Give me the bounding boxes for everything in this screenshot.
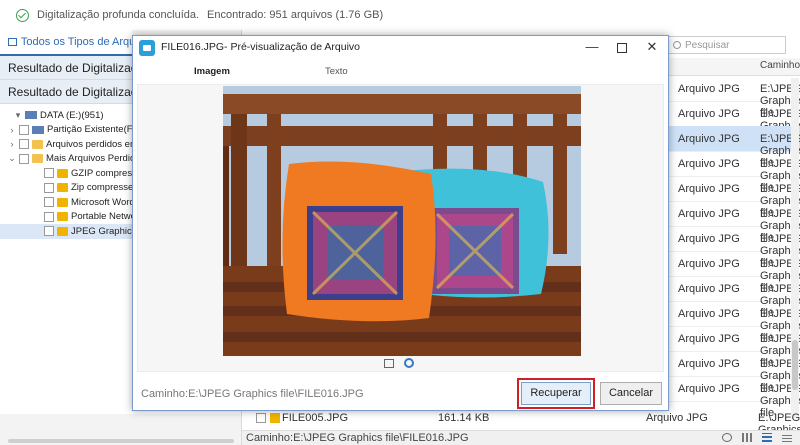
close-icon[interactable]: ✕ — [637, 36, 667, 58]
dialog-file-path: Caminho:E:\JPEG Graphics file\FILE016.JP… — [141, 388, 364, 400]
list-view-icon[interactable] — [762, 433, 772, 442]
file-name-cell: FILE005.JPG — [282, 412, 349, 424]
preview-image — [223, 86, 581, 356]
checkbox[interactable] — [256, 413, 266, 423]
horizontal-scrollbar[interactable] — [8, 439, 234, 443]
file-type-cell: Arquivo JPG — [678, 308, 740, 320]
fit-to-window-icon[interactable] — [384, 359, 394, 368]
column-header-path-label: Caminho — [760, 60, 800, 71]
table-row[interactable]: Arquivo JPG E:\JPEG Graphics file — [668, 376, 800, 419]
file-type-cell: Arquivo JPG — [678, 108, 740, 120]
preview-tabs: Imagem Texto — [137, 66, 664, 84]
app-logo-icon — [139, 40, 155, 56]
table-row[interactable]: Arquivo JPG E:\JPEG Graphics file — [668, 201, 800, 244]
file-type-cell: Arquivo JPG — [678, 158, 740, 170]
table-row[interactable]: Arquivo JPG E:\JPEG Graphics file — [668, 251, 800, 294]
check-circle-icon — [16, 8, 29, 22]
file-type-cell: Arquivo JPG — [678, 383, 740, 395]
table-row[interactable]: Arquivo JPG E:\JPEG Graphics file — [668, 351, 800, 394]
rotate-icon[interactable] — [404, 358, 414, 368]
file-type-cell: Arquivo JPG — [678, 358, 740, 370]
preview-area — [137, 84, 664, 372]
file-type-icon — [57, 183, 68, 193]
checkbox[interactable] — [19, 139, 29, 150]
scrollbar-thumb[interactable] — [792, 340, 798, 390]
app-window: Digitalização profunda concluída. Encont… — [0, 0, 800, 445]
file-type-cell: Arquivo JPG — [678, 233, 740, 245]
tab-image[interactable]: Imagem — [194, 66, 230, 77]
table-row-selected[interactable]: Arquivo JPG E:\JPEG Graphics file — [668, 126, 800, 169]
minimize-icon[interactable]: — — [577, 36, 607, 58]
checkbox[interactable] — [19, 153, 29, 164]
view-toggle-group — [722, 433, 792, 442]
tree-item-label: Mais Arquivos Perdidos — [46, 153, 146, 165]
table-row[interactable]: Arquivo JPG E:\JPEG Graphics file — [668, 301, 800, 344]
cancel-button[interactable]: Cancelar — [600, 382, 662, 405]
dialog-titlebar[interactable]: FILE016.JPG- Pré-visualização de Arquivo… — [133, 36, 668, 60]
chevron-down-icon[interactable]: ▾ — [14, 110, 22, 121]
file-type-icon — [57, 226, 68, 236]
chevron-right-icon[interactable]: › — [8, 125, 16, 135]
eye-icon[interactable] — [722, 433, 732, 442]
file-type-cell: Arquivo JPG — [678, 283, 740, 295]
chevron-down-icon[interactable]: ⌄ — [8, 153, 16, 164]
dialog-title: FILE016.JPG- Pré-visualização de Arquivo — [161, 41, 361, 53]
file-type-cell: Arquivo JPG — [678, 83, 740, 95]
table-row[interactable]: Arquivo JPG E:\JPEG Graphics file — [668, 276, 800, 319]
file-type-icon — [57, 168, 68, 178]
table-row[interactable]: Arquivo JPG E:\JPEG Graphics file — [668, 176, 800, 219]
tab-all-file-types[interactable]: Todos os Tipos de Arquivo — [0, 30, 132, 56]
file-type-cell: Arquivo JPG — [678, 258, 740, 270]
selected-file-path: Caminho:E:\JPEG Graphics file\FILE016.JP… — [246, 432, 469, 444]
tree-item-label: Partição Existente(F:) — [47, 124, 139, 136]
table-row[interactable]: Arquivo JPG E:\JPEG Graphics file — [668, 226, 800, 269]
file-type-icon — [57, 197, 68, 207]
jpg-file-icon — [270, 413, 280, 423]
search-input[interactable]: Pesquisar — [668, 36, 786, 54]
checkbox[interactable] — [44, 168, 54, 179]
tab-text[interactable]: Texto — [325, 66, 348, 77]
details-view-icon[interactable] — [782, 433, 792, 442]
search-placeholder: Pesquisar — [685, 39, 730, 51]
table-row[interactable]: Arquivo JPG E:\JPEG Graphics file — [668, 151, 800, 194]
table-row[interactable]: Arquivo JPG E:\JPEG Graphics file — [668, 101, 800, 144]
drive-icon — [25, 111, 37, 120]
file-type-cell: Arquivo JPG — [678, 133, 740, 145]
tree-item-label: DATA (E:)(951) — [40, 109, 104, 121]
maximize-icon[interactable] — [607, 36, 637, 58]
status-message: Digitalização profunda concluída. — [37, 9, 200, 21]
folder-icon — [32, 139, 43, 149]
partition-icon — [32, 125, 44, 134]
column-header-path[interactable]: Caminho — [668, 58, 800, 76]
status-bar: Digitalização profunda concluída. Encont… — [0, 0, 800, 30]
file-type-icon — [57, 212, 68, 222]
checkbox[interactable] — [19, 124, 29, 135]
table-row[interactable]: Arquivo JPG E:\JPEG Graphics file — [668, 76, 800, 119]
file-type-cell: Arquivo JPG — [646, 412, 708, 424]
checkbox[interactable] — [44, 226, 54, 237]
table-row[interactable]: Arquivo JPG E:\JPEG Graphics file — [668, 326, 800, 369]
bottom-path-bar: Caminho:E:\JPEG Graphics file\FILE016.JP… — [242, 430, 800, 445]
file-type-cell: Arquivo JPG — [678, 333, 740, 345]
chevron-right-icon[interactable]: › — [8, 139, 16, 149]
checkbox[interactable] — [44, 211, 54, 222]
checkbox[interactable] — [44, 197, 54, 208]
file-size-cell: 161.14 KB — [438, 412, 490, 424]
dialog-footer: Caminho:E:\JPEG Graphics file\FILE016.JP… — [133, 374, 668, 410]
table-row[interactable]: FILE005.JPG 161.14 KB Arquivo JPG E:\JPE… — [242, 410, 800, 445]
checkbox[interactable] — [44, 182, 54, 193]
file-type-cell: Arquivo JPG — [678, 183, 740, 195]
status-found-count: Encontrado: 951 arquivos (1.76 GB) — [207, 9, 384, 21]
folder-icon — [32, 154, 43, 164]
search-icon — [673, 41, 681, 49]
file-type-cell: Arquivo JPG — [678, 208, 740, 220]
recover-button[interactable]: Recuperar — [521, 382, 591, 405]
monitor-icon — [8, 38, 17, 46]
grid-view-icon[interactable] — [742, 433, 752, 442]
tab-all-file-types-label: Todos os Tipos de Arquivo — [20, 36, 132, 48]
file-preview-dialog: FILE016.JPG- Pré-visualização de Arquivo… — [132, 35, 669, 411]
